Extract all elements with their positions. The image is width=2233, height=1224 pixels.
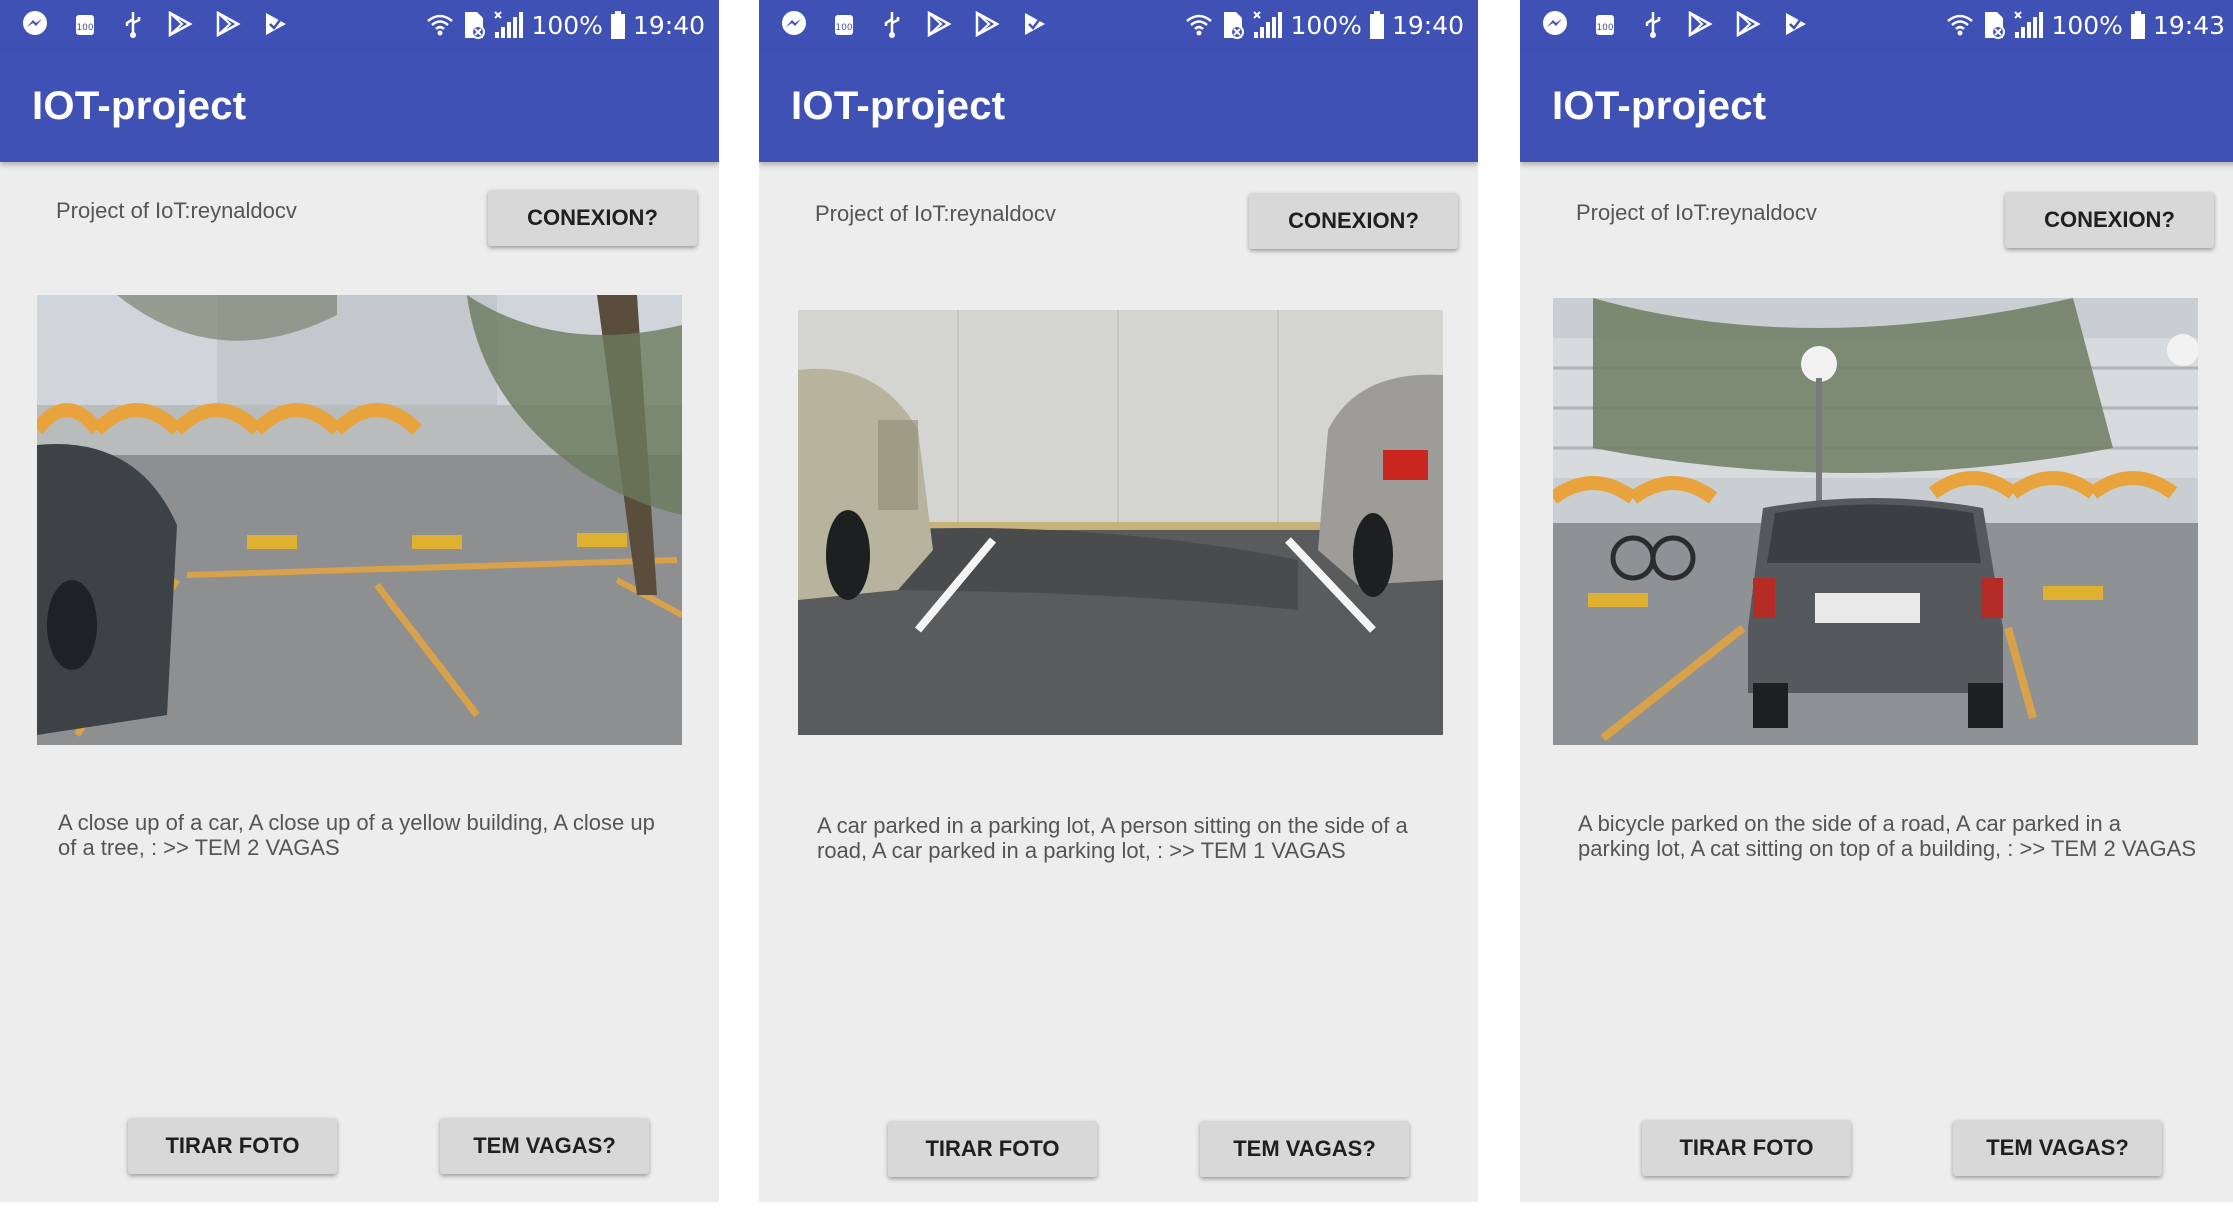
take-photo-button[interactable]: TIRAR FOTO — [128, 1118, 337, 1174]
sim-off-icon — [1220, 10, 1246, 40]
app-bar: IOT-project — [0, 50, 719, 162]
battery-icon — [2129, 10, 2147, 40]
vacancies-button[interactable]: TEM VAGAS? — [1953, 1120, 2162, 1176]
play-store-icon — [1732, 9, 1762, 39]
clock-time: 19:43 — [2152, 10, 2225, 40]
svg-text:100: 100 — [835, 23, 852, 33]
status-bar: 100 100% 19:43 — [1520, 0, 2233, 50]
project-label: Project of IoT:reynaldocv — [56, 198, 297, 223]
take-photo-button[interactable]: TIRAR FOTO — [1642, 1120, 1851, 1176]
messenger-icon — [1540, 9, 1570, 39]
parking-photo — [1553, 298, 2198, 745]
phone-screen-3: 100 100% 19:43 IOT-project Project of Io… — [1520, 0, 2233, 1202]
project-label: Project of IoT:reynaldocv — [815, 201, 1056, 226]
phone-screen-2: 100 100% 19:40 IOT-project Project of Io… — [759, 0, 1478, 1202]
battery-icon — [609, 10, 627, 40]
play-store-icon — [1684, 9, 1714, 39]
app-bar: IOT-project — [1520, 50, 2233, 162]
usb-icon — [877, 9, 907, 39]
battery-icon — [1368, 10, 1386, 40]
svg-text:100: 100 — [1596, 23, 1613, 33]
vacancies-button[interactable]: TEM VAGAS? — [1200, 1121, 1409, 1177]
play-store-icon — [164, 9, 194, 39]
play-store-check-icon — [260, 9, 290, 39]
sim-off-icon — [1981, 10, 2007, 40]
play-store-check-icon — [1780, 9, 1810, 39]
app-title: IOT-project — [791, 84, 1006, 128]
wifi-icon — [1945, 12, 1975, 38]
status-right: 100% 19:43 — [1945, 0, 2225, 50]
clock-time: 19:40 — [632, 10, 705, 40]
usb-icon — [118, 9, 148, 39]
caption-text: A bicycle parked on the side of a road, … — [1578, 811, 2196, 861]
messenger-icon — [20, 9, 50, 39]
app-bar: IOT-project — [759, 50, 1478, 162]
battery-percent: 100% — [2051, 10, 2123, 40]
play-store-icon — [923, 9, 953, 39]
android-100-icon: 100 — [70, 9, 100, 39]
android-100-icon: 100 — [1590, 9, 1620, 39]
signal-icon — [1252, 10, 1284, 40]
project-label: Project of IoT:reynaldocv — [1576, 200, 1817, 225]
caption-text: A close up of a car, A close up of a yel… — [58, 810, 655, 860]
usb-icon — [1638, 9, 1668, 39]
status-right: 100% 19:40 — [425, 0, 705, 50]
app-title: IOT-project — [1552, 84, 1767, 128]
caption-text: A car parked in a parking lot, A person … — [817, 813, 1408, 863]
status-bar: 100 100% 19:40 — [759, 0, 1478, 50]
connect-button[interactable]: CONEXION? — [2005, 192, 2214, 248]
signal-icon — [493, 10, 525, 40]
battery-percent: 100% — [1290, 10, 1362, 40]
clock-time: 19:40 — [1391, 10, 1464, 40]
take-photo-button[interactable]: TIRAR FOTO — [888, 1121, 1097, 1177]
android-100-icon: 100 — [829, 9, 859, 39]
parking-photo — [37, 295, 682, 745]
play-store-icon — [212, 9, 242, 39]
battery-percent: 100% — [531, 10, 603, 40]
status-bar: 100 100% 19:40 — [0, 0, 719, 50]
messenger-icon — [779, 9, 809, 39]
status-right: 100% 19:40 — [1184, 0, 1464, 50]
sim-off-icon — [461, 10, 487, 40]
connect-button[interactable]: CONEXION? — [488, 190, 697, 246]
vacancies-button[interactable]: TEM VAGAS? — [440, 1118, 649, 1174]
phone-screen-1: 100 100% 19:40 IOT-project Project of Io… — [0, 0, 719, 1202]
wifi-icon — [425, 12, 455, 38]
signal-icon — [2013, 10, 2045, 40]
play-store-check-icon — [1019, 9, 1049, 39]
play-store-icon — [971, 9, 1001, 39]
parking-photo — [798, 310, 1443, 735]
connect-button[interactable]: CONEXION? — [1249, 193, 1458, 249]
wifi-icon — [1184, 12, 1214, 38]
svg-text:100: 100 — [76, 23, 93, 33]
app-title: IOT-project — [32, 84, 247, 128]
